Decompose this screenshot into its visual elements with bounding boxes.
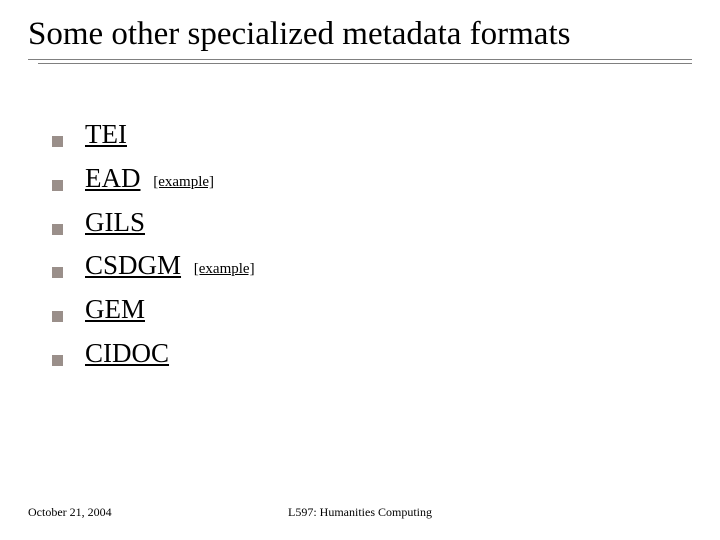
slide-title: Some other specialized metadata formats (28, 16, 692, 53)
square-bullet-icon (52, 311, 63, 322)
list-item: GEM (52, 293, 680, 327)
item-text: GILS (85, 206, 145, 240)
content-area: TEI EAD [example] GILS CSDGM (52, 118, 680, 381)
list-item: TEI (52, 118, 680, 152)
format-link-csdgm[interactable]: CSDGM (85, 250, 181, 280)
title-block: Some other specialized metadata formats (28, 16, 692, 65)
format-link-ead[interactable]: EAD (85, 163, 141, 193)
square-bullet-icon (52, 224, 63, 235)
list-item: CIDOC (52, 337, 680, 371)
item-text: CSDGM [example] (85, 249, 255, 283)
title-rule (28, 59, 692, 65)
item-text: TEI (85, 118, 127, 152)
square-bullet-icon (52, 355, 63, 366)
bullet-list: TEI EAD [example] GILS CSDGM (52, 118, 680, 371)
square-bullet-icon (52, 180, 63, 191)
format-link-gils[interactable]: GILS (85, 207, 145, 237)
list-item: GILS (52, 206, 680, 240)
item-text: EAD [example] (85, 162, 214, 196)
list-item: EAD [example] (52, 162, 680, 196)
example-link-ead[interactable]: [example] (153, 174, 214, 190)
format-link-tei[interactable]: TEI (85, 119, 127, 149)
item-text: CIDOC (85, 337, 169, 371)
square-bullet-icon (52, 136, 63, 147)
example-link-csdgm[interactable]: [example] (194, 261, 255, 277)
square-bullet-icon (52, 267, 63, 278)
footer-course: L597: Humanities Computing (28, 505, 692, 520)
format-link-cidoc[interactable]: CIDOC (85, 338, 169, 368)
item-text: GEM (85, 293, 145, 327)
title-rule-inner (38, 63, 692, 64)
format-link-gem[interactable]: GEM (85, 294, 145, 324)
slide: Some other specialized metadata formats … (0, 0, 720, 540)
list-item: CSDGM [example] (52, 249, 680, 283)
